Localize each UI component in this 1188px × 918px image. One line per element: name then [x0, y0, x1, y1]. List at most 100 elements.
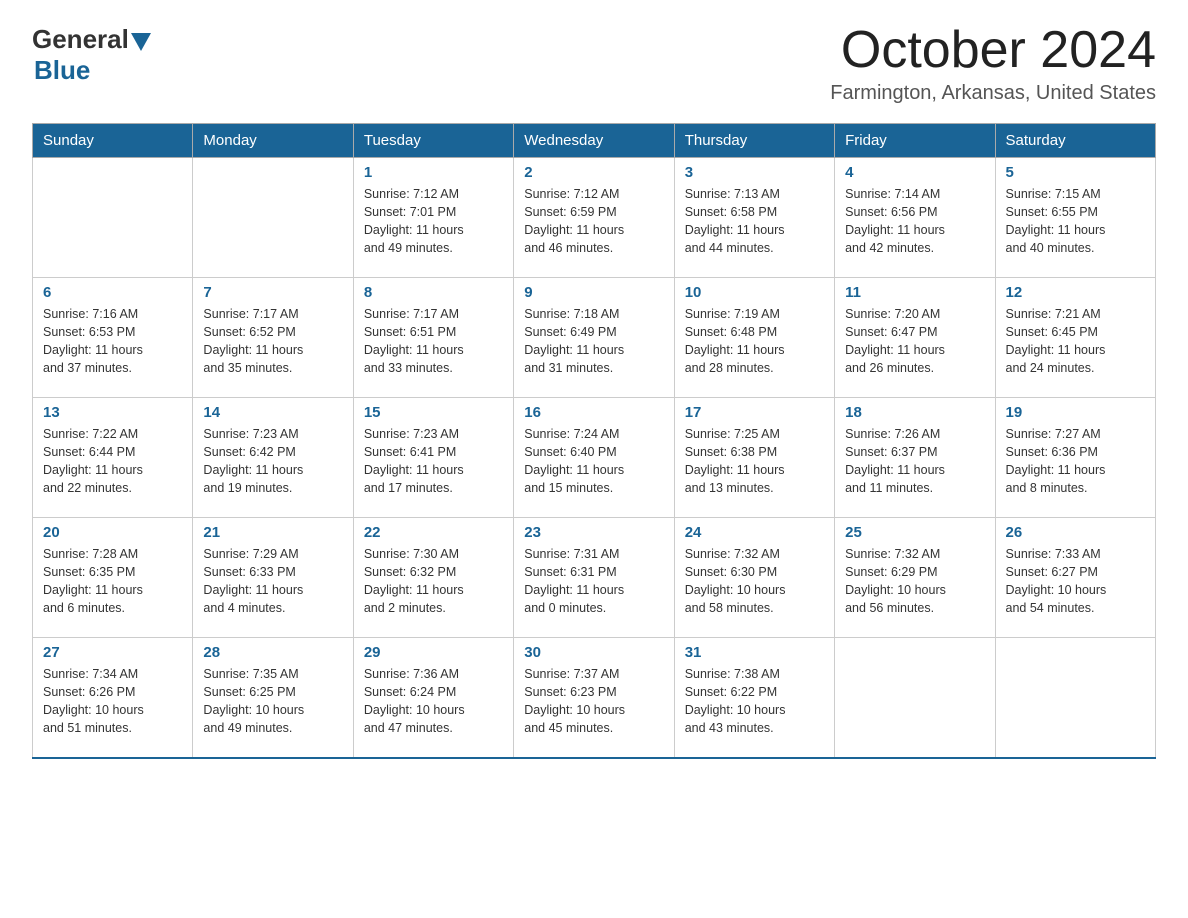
- calendar-cell: 19Sunrise: 7:27 AM Sunset: 6:36 PM Dayli…: [995, 398, 1155, 518]
- day-info: Sunrise: 7:35 AM Sunset: 6:25 PM Dayligh…: [203, 665, 342, 738]
- day-number: 24: [685, 524, 824, 541]
- calendar-cell: 26 Sunrise: 7:33 AM Sunset: 6:27 PM Dayli…: [995, 518, 1155, 638]
- logo-arrow-icon: [131, 33, 151, 51]
- calendar-cell: [835, 638, 995, 758]
- month-title: October 2024: [830, 24, 1156, 76]
- day-number: 28: [203, 644, 342, 661]
- calendar-cell: 24Sunrise: 7:32 AM Sunset: 6:30 PM Dayli…: [674, 518, 834, 638]
- day-number: 17: [685, 404, 824, 421]
- day-info: Sunrise: 7:34 AM Sunset: 6:26 PM Dayligh…: [43, 665, 182, 738]
- day-info: Sunrise: 7:19 AM Sunset: 6:48 PM Dayligh…: [685, 305, 824, 378]
- calendar-cell: 16 Sunrise: 7:24 AM Sunset: 6:40 PM Dayli…: [514, 398, 674, 518]
- day-number: 31: [685, 644, 824, 661]
- calendar-cell: 22 Sunrise: 7:30 AM Sunset: 6:32 PM Dayli…: [353, 518, 513, 638]
- location-subtitle: Farmington, Arkansas, United States: [830, 82, 1156, 105]
- day-number: 6: [43, 284, 182, 301]
- day-info: Sunrise: 7:23 AM Sunset: 6:41 PM Dayligh…: [364, 425, 503, 498]
- calendar-week-row: 27 Sunrise: 7:34 AM Sunset: 6:26 PM Dayli…: [33, 638, 1156, 758]
- calendar-cell: 27 Sunrise: 7:34 AM Sunset: 6:26 PM Dayli…: [33, 638, 193, 758]
- calendar-cell: 20 Sunrise: 7:28 AM Sunset: 6:35 PM Dayli…: [33, 518, 193, 638]
- calendar-cell: 10Sunrise: 7:19 AM Sunset: 6:48 PM Dayli…: [674, 278, 834, 398]
- calendar-cell: 17Sunrise: 7:25 AM Sunset: 6:38 PM Dayli…: [674, 398, 834, 518]
- day-number: 8: [364, 284, 503, 301]
- day-info: Sunrise: 7:26 AM Sunset: 6:37 PM Dayligh…: [845, 425, 984, 498]
- day-info: Sunrise: 7:12 AM Sunset: 6:59 PM Dayligh…: [524, 185, 663, 258]
- day-info: Sunrise: 7:23 AM Sunset: 6:42 PM Dayligh…: [203, 425, 342, 498]
- day-of-week-header: Tuesday: [353, 124, 513, 158]
- day-number: 1: [364, 164, 503, 181]
- calendar-cell: [995, 638, 1155, 758]
- day-number: 29: [364, 644, 503, 661]
- day-of-week-header: Wednesday: [514, 124, 674, 158]
- day-number: 11: [845, 284, 984, 301]
- day-number: 30: [524, 644, 663, 661]
- calendar-cell: 14Sunrise: 7:23 AM Sunset: 6:42 PM Dayli…: [193, 398, 353, 518]
- day-number: 19: [1006, 404, 1145, 421]
- calendar-cell: 7 Sunrise: 7:17 AM Sunset: 6:52 PM Daylig…: [193, 278, 353, 398]
- calendar-cell: 12Sunrise: 7:21 AM Sunset: 6:45 PM Dayli…: [995, 278, 1155, 398]
- day-info: Sunrise: 7:17 AM Sunset: 6:51 PM Dayligh…: [364, 305, 503, 378]
- calendar-cell: 13 Sunrise: 7:22 AM Sunset: 6:44 PM Dayli…: [33, 398, 193, 518]
- day-number: 27: [43, 644, 182, 661]
- day-number: 21: [203, 524, 342, 541]
- calendar-cell: 5 Sunrise: 7:15 AM Sunset: 6:55 PM Daylig…: [995, 158, 1155, 278]
- day-number: 26: [1006, 524, 1145, 541]
- day-info: Sunrise: 7:15 AM Sunset: 6:55 PM Dayligh…: [1006, 185, 1145, 258]
- calendar-header-row: SundayMondayTuesdayWednesdayThursdayFrid…: [33, 124, 1156, 158]
- day-number: 15: [364, 404, 503, 421]
- day-number: 18: [845, 404, 984, 421]
- day-number: 13: [43, 404, 182, 421]
- calendar-table: SundayMondayTuesdayWednesdayThursdayFrid…: [32, 123, 1156, 759]
- day-info: Sunrise: 7:29 AM Sunset: 6:33 PM Dayligh…: [203, 545, 342, 618]
- page-header: General Blue October 2024 Farmington, Ar…: [32, 24, 1156, 105]
- day-info: Sunrise: 7:33 AM Sunset: 6:27 PM Dayligh…: [1006, 545, 1145, 618]
- day-number: 16: [524, 404, 663, 421]
- day-number: 9: [524, 284, 663, 301]
- day-number: 3: [685, 164, 824, 181]
- day-number: 23: [524, 524, 663, 541]
- day-number: 22: [364, 524, 503, 541]
- logo: General Blue: [32, 24, 151, 86]
- day-info: Sunrise: 7:14 AM Sunset: 6:56 PM Dayligh…: [845, 185, 984, 258]
- day-number: 2: [524, 164, 663, 181]
- calendar-week-row: 1 Sunrise: 7:12 AM Sunset: 7:01 PM Daylig…: [33, 158, 1156, 278]
- day-number: 7: [203, 284, 342, 301]
- day-info: Sunrise: 7:16 AM Sunset: 6:53 PM Dayligh…: [43, 305, 182, 378]
- calendar-cell: 31 Sunrise: 7:38 AM Sunset: 6:22 PM Dayli…: [674, 638, 834, 758]
- day-info: Sunrise: 7:12 AM Sunset: 7:01 PM Dayligh…: [364, 185, 503, 258]
- day-of-week-header: Sunday: [33, 124, 193, 158]
- day-info: Sunrise: 7:30 AM Sunset: 6:32 PM Dayligh…: [364, 545, 503, 618]
- calendar-cell: [193, 158, 353, 278]
- day-number: 20: [43, 524, 182, 541]
- day-info: Sunrise: 7:38 AM Sunset: 6:22 PM Dayligh…: [685, 665, 824, 738]
- calendar-cell: 21 Sunrise: 7:29 AM Sunset: 6:33 PM Dayli…: [193, 518, 353, 638]
- day-of-week-header: Thursday: [674, 124, 834, 158]
- day-info: Sunrise: 7:36 AM Sunset: 6:24 PM Dayligh…: [364, 665, 503, 738]
- calendar-cell: 28 Sunrise: 7:35 AM Sunset: 6:25 PM Dayli…: [193, 638, 353, 758]
- calendar-cell: 23Sunrise: 7:31 AM Sunset: 6:31 PM Dayli…: [514, 518, 674, 638]
- day-number: 5: [1006, 164, 1145, 181]
- day-info: Sunrise: 7:22 AM Sunset: 6:44 PM Dayligh…: [43, 425, 182, 498]
- calendar-cell: 1 Sunrise: 7:12 AM Sunset: 7:01 PM Daylig…: [353, 158, 513, 278]
- calendar-cell: 8 Sunrise: 7:17 AM Sunset: 6:51 PM Daylig…: [353, 278, 513, 398]
- day-info: Sunrise: 7:17 AM Sunset: 6:52 PM Dayligh…: [203, 305, 342, 378]
- calendar-cell: 18 Sunrise: 7:26 AM Sunset: 6:37 PM Dayli…: [835, 398, 995, 518]
- day-info: Sunrise: 7:20 AM Sunset: 6:47 PM Dayligh…: [845, 305, 984, 378]
- day-info: Sunrise: 7:28 AM Sunset: 6:35 PM Dayligh…: [43, 545, 182, 618]
- day-info: Sunrise: 7:13 AM Sunset: 6:58 PM Dayligh…: [685, 185, 824, 258]
- calendar-cell: 4 Sunrise: 7:14 AM Sunset: 6:56 PM Daylig…: [835, 158, 995, 278]
- calendar-cell: 2 Sunrise: 7:12 AM Sunset: 6:59 PM Daylig…: [514, 158, 674, 278]
- calendar-cell: 3 Sunrise: 7:13 AM Sunset: 6:58 PM Daylig…: [674, 158, 834, 278]
- day-of-week-header: Monday: [193, 124, 353, 158]
- logo-general-text: General: [32, 24, 129, 55]
- calendar-cell: [33, 158, 193, 278]
- day-info: Sunrise: 7:24 AM Sunset: 6:40 PM Dayligh…: [524, 425, 663, 498]
- day-number: 4: [845, 164, 984, 181]
- calendar-cell: 15 Sunrise: 7:23 AM Sunset: 6:41 PM Dayli…: [353, 398, 513, 518]
- day-of-week-header: Saturday: [995, 124, 1155, 158]
- day-info: Sunrise: 7:21 AM Sunset: 6:45 PM Dayligh…: [1006, 305, 1145, 378]
- day-info: Sunrise: 7:37 AM Sunset: 6:23 PM Dayligh…: [524, 665, 663, 738]
- day-number: 25: [845, 524, 984, 541]
- title-block: October 2024 Farmington, Arkansas, Unite…: [830, 24, 1156, 105]
- calendar-cell: 30 Sunrise: 7:37 AM Sunset: 6:23 PM Dayli…: [514, 638, 674, 758]
